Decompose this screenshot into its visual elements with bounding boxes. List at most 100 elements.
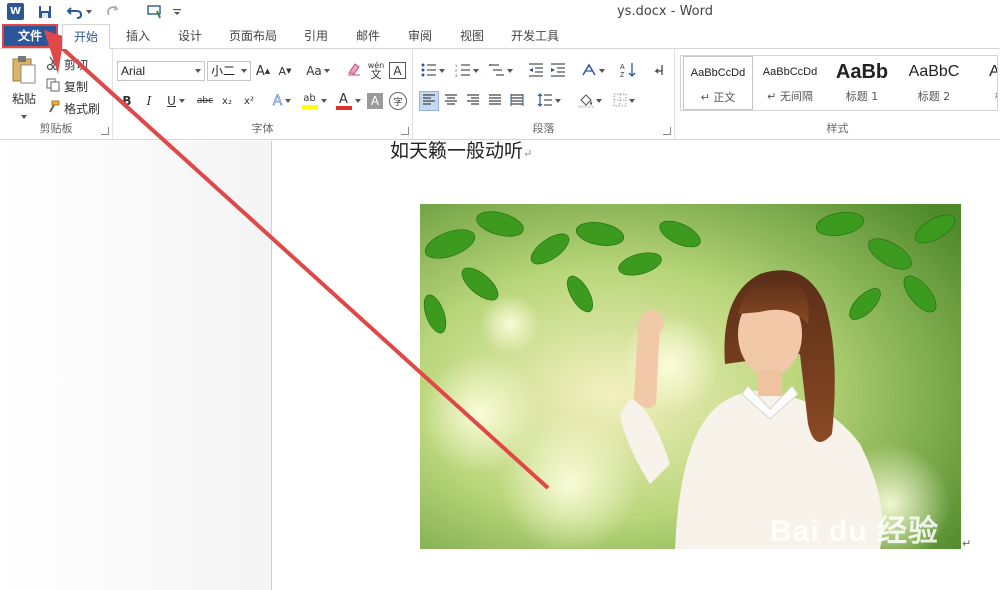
style-heading-2[interactable]: AaBbC 标题 2 [899, 56, 969, 110]
style-title-name: 标题 [971, 88, 997, 104]
numbering-icon: 123 [455, 63, 471, 80]
style-normal-name: ↵ 正文 [700, 91, 736, 104]
tab-developer[interactable]: 开发工具 [502, 24, 568, 48]
undo-icon[interactable] [66, 3, 84, 21]
text-effects-button[interactable]: A [269, 91, 295, 111]
change-case-label: Aa [306, 64, 322, 78]
tab-file[interactable]: 文件 [2, 24, 58, 48]
increase-indent-icon [550, 62, 566, 80]
style-heading-1-name: 标题 1 [845, 90, 879, 103]
copy-button[interactable]: 复制 [46, 77, 88, 95]
ribbon-tabs: 文件 开始 插入 设计 页面布局 引用 邮件 审阅 视图 开发工具 [0, 24, 1000, 49]
bullets-icon [421, 63, 437, 80]
subscript-button[interactable]: x₂ [219, 92, 235, 110]
font-size-combo[interactable]: 小二 [207, 61, 251, 81]
justify-icon [488, 93, 502, 109]
style-heading-1[interactable]: AaBb 标题 1 [827, 56, 897, 110]
redo-icon[interactable] [104, 3, 122, 21]
enclose-characters-button[interactable]: 字 [389, 92, 407, 110]
superscript-button[interactable]: x² [241, 92, 257, 110]
format-painter-button[interactable]: 格式刷 [46, 99, 100, 117]
bullets-button[interactable] [419, 61, 447, 81]
highlight-button[interactable]: ab [299, 91, 329, 111]
change-case-button[interactable]: Aa [305, 63, 331, 79]
distributed-button[interactable] [507, 91, 527, 111]
font-group-label: 字体 [251, 122, 274, 135]
paragraph-launcher-icon[interactable] [663, 127, 671, 135]
style-heading-1-sample: AaBb [835, 61, 889, 83]
underline-button[interactable]: U [163, 92, 189, 110]
numbering-button[interactable]: 123 [453, 61, 481, 81]
paste-icon [10, 55, 38, 88]
borders-icon [613, 93, 627, 110]
tab-home[interactable]: 开始 [62, 24, 110, 49]
style-normal[interactable]: AaBbCcDd ↵ 正文 [683, 56, 753, 110]
align-center-button[interactable] [441, 91, 461, 111]
word-app-icon[interactable]: W [7, 3, 24, 20]
font-color-button[interactable]: A [333, 91, 363, 111]
shrink-font-button[interactable]: A ▼ [277, 63, 293, 79]
navigation-pane [0, 141, 272, 590]
paste-button[interactable]: 粘贴 [6, 55, 42, 127]
tab-review[interactable]: 审阅 [398, 24, 442, 48]
paragraph-group-label: 段落 [532, 122, 555, 135]
paragraph-mark-icon [652, 63, 664, 80]
show-hide-marks-button[interactable] [649, 61, 667, 81]
tab-mailings[interactable]: 邮件 [346, 24, 390, 48]
inline-photo[interactable] [420, 204, 961, 549]
svg-text:A: A [620, 64, 625, 71]
font-launcher-icon[interactable] [401, 127, 409, 135]
undo-dropdown-icon[interactable] [84, 3, 94, 21]
paragraph-group: 123 AZ 段落 [413, 49, 675, 139]
line-spacing-button[interactable] [535, 91, 563, 111]
align-right-button[interactable] [463, 91, 483, 111]
multilevel-list-icon [489, 63, 505, 80]
tab-page-layout[interactable]: 页面布局 [222, 24, 284, 48]
asian-layout-button[interactable] [579, 61, 607, 81]
document-body[interactable]: 如天籁一般动听↵ [390, 141, 532, 164]
font-name-combo[interactable]: Arial [117, 61, 205, 81]
grow-font-button[interactable]: A ▲ [255, 63, 271, 79]
tab-view[interactable]: 视图 [450, 24, 494, 48]
paint-bucket-icon [578, 92, 594, 111]
italic-button[interactable]: I [141, 92, 157, 110]
multilevel-list-button[interactable] [487, 61, 515, 81]
character-border-label: A [393, 63, 402, 78]
align-center-icon [444, 93, 458, 109]
phonetic-guide-button[interactable]: wén 文 [367, 59, 385, 81]
phonetic-sub-label: 文 [370, 68, 382, 81]
sort-icon: AZ [620, 62, 636, 81]
sort-button[interactable]: AZ [619, 61, 637, 81]
clipboard-group-label: 剪贴板 [39, 122, 73, 135]
customize-qat-icon[interactable] [172, 3, 182, 21]
character-border-button[interactable]: A [389, 62, 406, 79]
shrink-font-label: A [278, 64, 287, 78]
font-size-value: 小二 [211, 64, 236, 78]
copy-label: 复制 [64, 79, 89, 94]
touch-mode-icon[interactable] [146, 3, 164, 21]
style-title[interactable]: AaBl 标题 [971, 56, 997, 110]
style-no-spacing-name: ↵ 无间隔 [767, 90, 813, 103]
tab-insert[interactable]: 插入 [116, 24, 160, 48]
align-left-button[interactable] [419, 91, 439, 111]
highlight-label: ab [303, 93, 316, 104]
watermark-url-text: jingyan.baidu.com [770, 550, 875, 565]
increase-indent-button[interactable] [549, 61, 567, 81]
character-shading-button[interactable]: A [367, 93, 383, 109]
style-heading-2-name: 标题 2 [917, 90, 951, 103]
clear-formatting-button[interactable] [345, 61, 363, 79]
decrease-indent-button[interactable] [527, 61, 545, 81]
cut-button[interactable]: 剪切 [46, 55, 88, 73]
shading-button[interactable] [575, 91, 605, 111]
strikethrough-button[interactable]: abc [195, 92, 215, 110]
borders-button[interactable] [609, 91, 639, 111]
clipboard-launcher-icon[interactable] [101, 127, 109, 135]
bold-button[interactable]: B [119, 92, 135, 110]
styles-group-label: 样式 [826, 122, 849, 135]
copy-icon [46, 78, 60, 95]
tab-references[interactable]: 引用 [294, 24, 338, 48]
tab-design[interactable]: 设计 [168, 24, 212, 48]
justify-button[interactable] [485, 91, 505, 111]
save-icon[interactable] [36, 3, 54, 21]
style-no-spacing[interactable]: AaBbCcDd ↵ 无间隔 [755, 56, 825, 110]
